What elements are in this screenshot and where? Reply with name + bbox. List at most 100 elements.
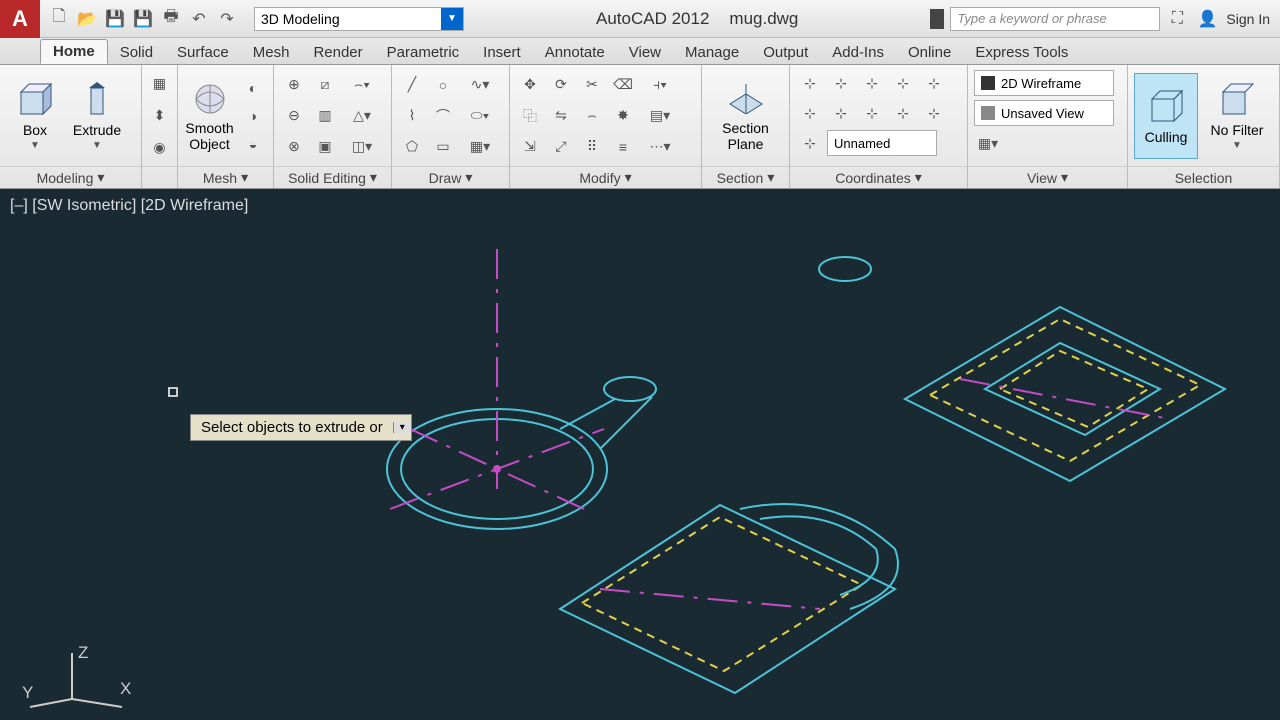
ucs-icon-10[interactable]: ⊹	[920, 99, 948, 127]
intersect-icon[interactable]: ⊗	[280, 133, 308, 161]
print-icon[interactable]: 🖶	[160, 8, 182, 30]
save-icon[interactable]: 💾	[104, 8, 126, 30]
presspull-icon[interactable]: ⬍	[146, 101, 174, 129]
panel-draw-title[interactable]: Draw ▾	[392, 166, 509, 188]
mesh-tool-3[interactable]: ◒	[239, 130, 267, 158]
search-prefix-icon[interactable]	[930, 9, 944, 29]
ucs-icon-2[interactable]: ⊹	[827, 69, 855, 97]
copy-icon[interactable]: ⿻	[516, 102, 544, 130]
signin-link[interactable]: Sign In	[1226, 11, 1270, 27]
open-icon[interactable]: 📂	[76, 8, 98, 30]
extrude-button[interactable]: Extrude▼	[68, 80, 126, 151]
panel-solidedit-title[interactable]: Solid Editing ▾	[274, 166, 391, 188]
arc-icon[interactable]: ⌒	[429, 102, 457, 130]
polygon-icon[interactable]: ⬠	[398, 133, 426, 161]
tab-surface[interactable]: Surface	[165, 41, 241, 64]
ucs-icon-4[interactable]: ⊹	[889, 69, 917, 97]
ucs-icon-11[interactable]: ⊹	[796, 129, 824, 157]
edit-icon[interactable]: ▤▾	[640, 102, 680, 130]
tab-view[interactable]: View	[617, 41, 673, 64]
ellipse-icon[interactable]: ⬭▾	[460, 102, 500, 130]
panel-modeling-title[interactable]: Modeling ▾	[0, 166, 141, 188]
panel-view-title[interactable]: View ▾	[968, 166, 1127, 188]
tab-addins[interactable]: Add-Ins	[820, 41, 896, 64]
undo-icon[interactable]: ↶	[188, 8, 210, 30]
tab-insert[interactable]: Insert	[471, 41, 533, 64]
union-icon[interactable]: ⊕	[280, 71, 308, 99]
spline-icon[interactable]: ∿▾	[460, 71, 500, 99]
trim-icon[interactable]: ✂	[578, 71, 606, 99]
ucs-icon-5[interactable]: ⊹	[920, 69, 948, 97]
tab-annotate[interactable]: Annotate	[533, 41, 617, 64]
ucs-icon-3[interactable]: ⊹	[858, 69, 886, 97]
tab-manage[interactable]: Manage	[673, 41, 751, 64]
user-icon[interactable]: 👤	[1196, 8, 1218, 30]
fillet-icon[interactable]: ⌢	[578, 102, 606, 130]
subtract-icon[interactable]: ⊖	[280, 102, 308, 130]
workspace-dropdown[interactable]: 3D Modeling ▼	[254, 7, 464, 31]
stretch-icon[interactable]: ⇲	[516, 133, 544, 161]
array-icon[interactable]: ⠿	[578, 133, 606, 161]
drawing-viewport[interactable]: [–] [SW Isometric] [2D Wireframe] Select…	[0, 189, 1280, 720]
mesh-tool-2[interactable]: ◑	[239, 102, 267, 130]
view-tool-icon[interactable]: ▦▾	[974, 129, 1002, 157]
mirror-icon[interactable]: ⇋	[547, 102, 575, 130]
erase-icon[interactable]: ⌫	[609, 71, 637, 99]
revolve-icon[interactable]: ◉	[146, 133, 174, 161]
scale-icon[interactable]: ⤢	[547, 133, 575, 161]
search-input[interactable]: Type a keyword or phrase	[950, 7, 1160, 31]
ucs-icon-7[interactable]: ⊹	[827, 99, 855, 127]
explode-icon[interactable]: ✸	[609, 102, 637, 130]
slice-icon[interactable]: ⧄	[311, 71, 339, 99]
thicken-icon[interactable]: ▥	[311, 102, 339, 130]
ucs-icon-1[interactable]: ⊹	[796, 69, 824, 97]
visual-style-dropdown[interactable]: 2D Wireframe	[974, 70, 1114, 96]
saved-view-dropdown[interactable]: Unsaved View	[974, 100, 1114, 126]
imprint-icon[interactable]: ▣	[311, 133, 339, 161]
align-icon[interactable]: ⫞▾	[640, 71, 680, 99]
rotate-icon[interactable]: ⟳	[547, 71, 575, 99]
nofilter-button[interactable]: No Filter▼	[1202, 80, 1272, 151]
panel-modify-title[interactable]: Modify ▾	[510, 166, 701, 188]
polysolid-icon[interactable]: ▦	[146, 69, 174, 97]
tab-parametric[interactable]: Parametric	[375, 41, 472, 64]
rectangle-icon[interactable]: ▭	[429, 133, 457, 161]
line-icon[interactable]: ╱	[398, 71, 426, 99]
tab-render[interactable]: Render	[301, 41, 374, 64]
exchange-icon[interactable]: ⛶	[1166, 8, 1188, 30]
panel-selection-title[interactable]: Selection	[1128, 166, 1279, 188]
ucs-icon-6[interactable]: ⊹	[796, 99, 824, 127]
panel-mesh-title[interactable]: Mesh ▾	[178, 166, 273, 188]
app-icon[interactable]: A	[0, 0, 40, 38]
prompt-dropdown-icon[interactable]: ▾	[393, 422, 411, 433]
tab-express[interactable]: Express Tools	[963, 41, 1080, 64]
circle-icon[interactable]: ○	[429, 71, 457, 99]
ucs-name-dropdown[interactable]: Unnamed	[827, 130, 937, 156]
smooth-object-button[interactable]: Smooth Object	[184, 79, 235, 152]
tab-output[interactable]: Output	[751, 41, 820, 64]
tab-online[interactable]: Online	[896, 41, 963, 64]
more-icon[interactable]: ⋯▾	[640, 133, 680, 161]
tab-home[interactable]: Home	[40, 39, 108, 64]
new-icon[interactable]: 🗋	[48, 8, 70, 30]
offset-icon[interactable]: ≡	[609, 133, 637, 161]
panel-coords-title[interactable]: Coordinates ▾	[790, 166, 967, 188]
hatch-icon[interactable]: ▦▾	[460, 133, 500, 161]
mesh-tool-1[interactable]: ◐	[239, 74, 267, 102]
section-plane-button[interactable]: Section Plane	[708, 79, 783, 152]
culling-button[interactable]: Culling	[1134, 73, 1198, 159]
move-icon[interactable]: ✥	[516, 71, 544, 99]
taper-icon[interactable]: △▾	[342, 102, 382, 130]
redo-icon[interactable]: ↷	[216, 8, 238, 30]
shell-icon[interactable]: ◫▾	[342, 133, 382, 161]
tab-solid[interactable]: Solid	[108, 41, 165, 64]
tab-mesh[interactable]: Mesh	[241, 41, 302, 64]
polyline-icon[interactable]: ⌇	[398, 102, 426, 130]
ucs-icon-8[interactable]: ⊹	[858, 99, 886, 127]
panel-section-title[interactable]: Section ▾	[702, 166, 789, 188]
ucs-icon-9[interactable]: ⊹	[889, 99, 917, 127]
axis-z-label: Z	[78, 643, 88, 663]
saveas-icon[interactable]: 💾	[132, 8, 154, 30]
fillet-edge-icon[interactable]: ⌢▾	[342, 71, 382, 99]
box-button[interactable]: Box▼	[6, 80, 64, 151]
